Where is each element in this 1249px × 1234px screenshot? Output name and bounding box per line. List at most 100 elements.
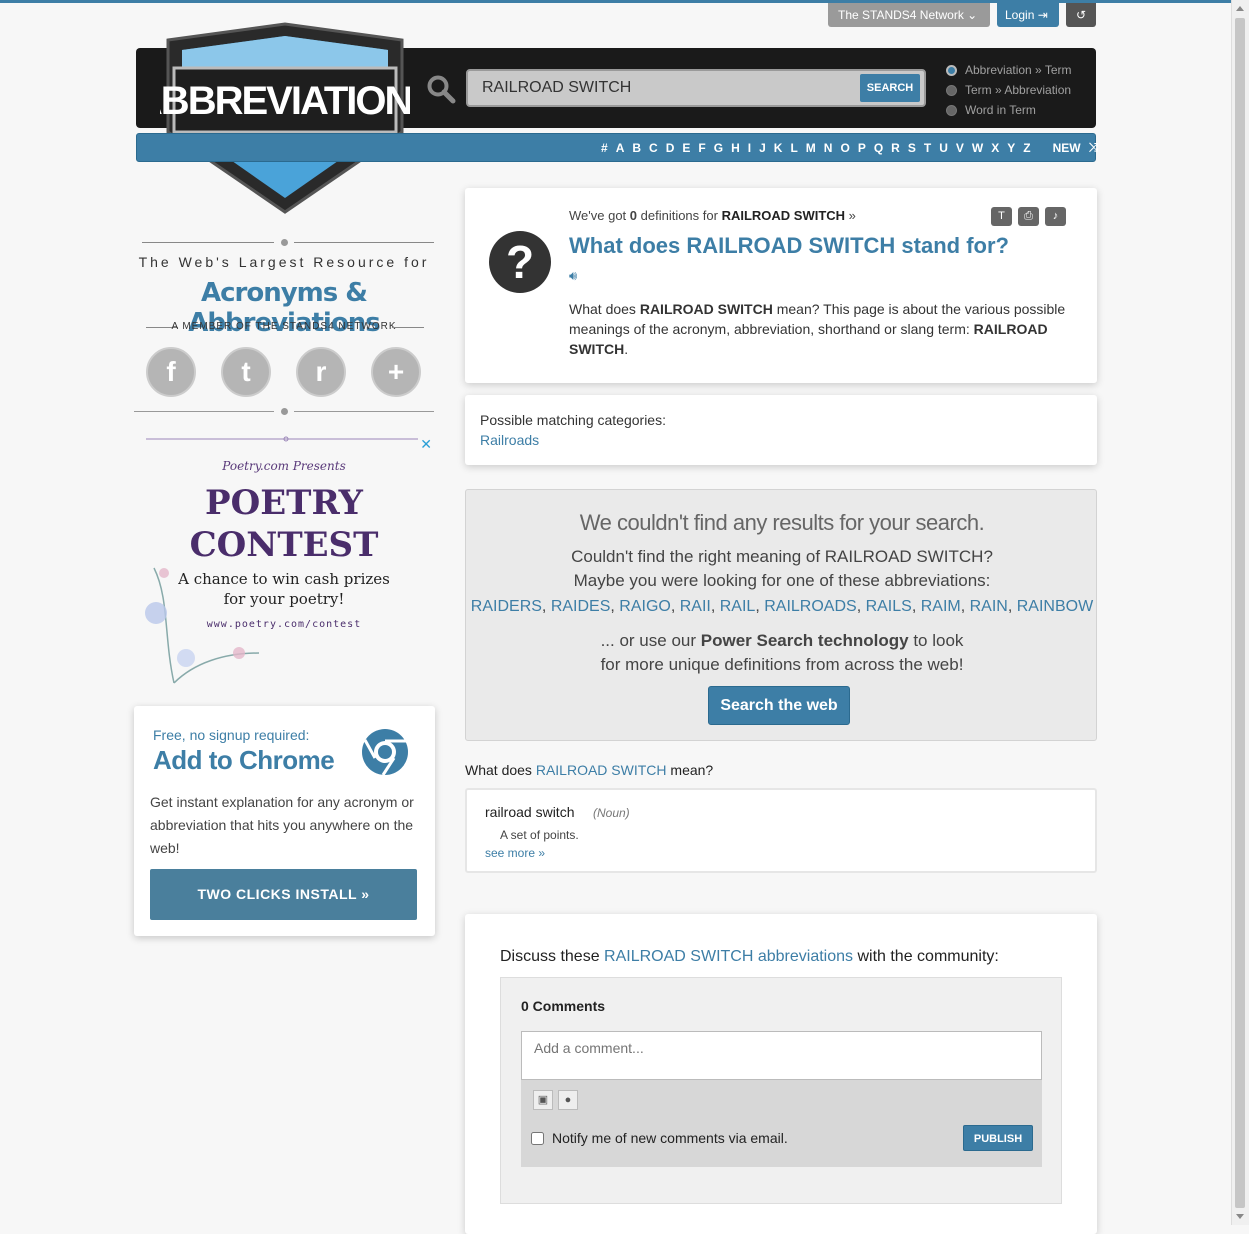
reddit-icon[interactable]: r <box>296 347 346 397</box>
alphabet-letter[interactable]: D <box>666 141 675 155</box>
comments-section: 0 Comments ▣ ● Notify me of new comments… <box>500 977 1062 1204</box>
discussion-heading: Discuss these RAILROAD SWITCH abbreviati… <box>500 948 999 966</box>
alphabet-letter[interactable]: H <box>731 141 740 155</box>
mode-word-in-term[interactable]: Word in Term <box>946 100 1072 120</box>
no-results-line1: Couldn't find the right meaning of RAILR… <box>571 547 993 566</box>
count-mid: definitions for <box>637 208 722 223</box>
alphabet-letter[interactable]: V <box>956 141 964 155</box>
suggestion-link[interactable]: RAILROADS <box>764 598 856 615</box>
print-icon[interactable]: ⎙ <box>1018 207 1039 226</box>
alphabet-letter[interactable]: L <box>790 141 797 155</box>
ad-title: POETRY CONTEST <box>134 482 434 566</box>
image-upload-icon[interactable]: ▣ <box>533 1090 553 1110</box>
separator: , <box>755 598 765 615</box>
alphabet-letter[interactable]: # <box>601 141 608 155</box>
see-more-link[interactable]: see more » <box>485 846 545 860</box>
search-button[interactable]: SEARCH <box>860 74 920 102</box>
abbreviations-logo[interactable]: ABBREVIATIONS <box>160 22 410 214</box>
ad-title-line1: POETRY <box>205 483 363 523</box>
alphabet-letter[interactable]: Z <box>1023 141 1030 155</box>
separator: , <box>670 598 680 615</box>
alphabet-letter[interactable]: K <box>774 141 783 155</box>
categories-label: Possible matching categories: <box>480 412 666 428</box>
alphabet-letter[interactable]: T <box>924 141 931 155</box>
discuss-link[interactable]: RAILROAD SWITCH abbreviations <box>604 948 853 965</box>
audio-icon[interactable]: ♪ <box>1045 207 1066 226</box>
new-link[interactable]: NEW <box>1053 141 1081 155</box>
alphabet-nav: # A B C D E F G H I J K L M N O P Q R S T U V W X Y Z NEW ⤨ <box>136 133 1099 162</box>
separator: , <box>911 598 921 615</box>
mode-term-abbreviation[interactable]: Term » Abbreviation <box>946 80 1072 100</box>
suggestion-link[interactable]: RAINBOW <box>1017 598 1093 615</box>
alphabet-letter[interactable]: U <box>939 141 948 155</box>
divider <box>294 411 434 412</box>
alphabet-letter[interactable]: A <box>616 141 625 155</box>
meaning-term-link[interactable]: RAILROAD SWITCH <box>536 762 667 778</box>
no-results-line2: Maybe you were looking for one of these … <box>573 571 991 590</box>
alphabet-letter[interactable]: C <box>649 141 658 155</box>
font-size-icon[interactable]: T <box>991 207 1012 226</box>
alphabet-letter[interactable]: Y <box>1007 141 1015 155</box>
publish-button[interactable]: PUBLISH <box>963 1125 1033 1151</box>
scroll-down-icon[interactable] <box>1236 1214 1244 1219</box>
search-input[interactable] <box>468 71 848 105</box>
share-more-icon[interactable]: + <box>371 347 421 397</box>
alphabet-letter[interactable]: X <box>991 141 999 155</box>
search-the-web-button[interactable]: Search the web <box>708 686 850 725</box>
facebook-icon[interactable]: f <box>146 347 196 397</box>
alphabet-letter[interactable]: M <box>806 141 816 155</box>
microphone-icon[interactable]: ● <box>558 1090 578 1110</box>
chrome-add-title[interactable]: Add to Chrome <box>153 745 335 776</box>
suggestion-link[interactable]: RAILS <box>866 598 912 615</box>
shuffle-icon[interactable]: ⤨ <box>1089 140 1099 155</box>
notify-checkbox-row[interactable]: Notify me of new comments via email. <box>531 1130 788 1146</box>
suggestion-links: RAIDERS, RAIDES, RAIGO, RAII, RAIL, RAIL… <box>466 598 1098 616</box>
scroll-up-icon[interactable] <box>1236 6 1244 11</box>
poetry-contest-ad[interactable]: ✕ Poetry.com Presents POETRY CONTEST A ch… <box>134 430 434 690</box>
suggestion-link[interactable]: RAIDERS <box>471 598 542 615</box>
alphabet-letter[interactable]: Q <box>874 141 883 155</box>
scrollbar[interactable] <box>1231 0 1249 1225</box>
alphabet-letter[interactable]: J <box>759 141 766 155</box>
mode-abbreviation-term[interactable]: Abbreviation » Term <box>946 60 1072 80</box>
intro-part: What does <box>569 301 640 317</box>
mode-label: Term » Abbreviation <box>965 83 1072 97</box>
speaker-icon[interactable]: 🔊︎ <box>569 268 577 284</box>
scrollbar-thumb[interactable] <box>1235 18 1245 1208</box>
suggestion-link[interactable]: RAIM <box>921 598 961 615</box>
comment-input[interactable] <box>521 1031 1042 1080</box>
stands4-network-dropdown[interactable]: The STANDS4 Network ⌄ <box>828 3 990 27</box>
suggestion-link[interactable]: RAIDES <box>551 598 611 615</box>
login-button[interactable]: Login ⇥ <box>997 3 1059 27</box>
suggestion-link[interactable]: RAIL <box>720 598 756 615</box>
suggestion-link[interactable]: RAII <box>680 598 711 615</box>
twitter-icon[interactable]: t <box>221 347 271 397</box>
alphabet-letter[interactable]: O <box>840 141 849 155</box>
add-to-chrome-card: Free, no signup required: Add to Chrome … <box>134 706 435 936</box>
alphabet-letter[interactable]: I <box>748 141 751 155</box>
separator: , <box>541 598 551 615</box>
alphabet-letter[interactable]: R <box>891 141 900 155</box>
alphabet-letter[interactable]: W <box>972 141 983 155</box>
page-intro: What does RAILROAD SWITCH mean? This pag… <box>569 299 1079 359</box>
comment-composer: ▣ ● Notify me of new comments via email.… <box>521 1031 1042 1167</box>
alphabet-letter[interactable]: N <box>824 141 833 155</box>
history-button[interactable]: ↺ <box>1066 3 1096 27</box>
alphabet-letter[interactable]: P <box>858 141 866 155</box>
alphabet-letter[interactable]: S <box>908 141 916 155</box>
notify-checkbox[interactable] <box>531 1131 544 1145</box>
stands4-network-label: The STANDS4 Network <box>838 8 964 22</box>
ad-close-icon[interactable]: ✕ <box>420 436 432 453</box>
suggestion-link[interactable]: RAIN <box>970 598 1008 615</box>
radio-selected-icon <box>946 64 957 76</box>
category-link[interactable]: Railroads <box>480 432 539 448</box>
separator: , <box>610 598 620 615</box>
alphabet-letter[interactable]: B <box>632 141 641 155</box>
alphabet-letter[interactable]: G <box>714 141 723 155</box>
power-post: to look <box>908 631 964 650</box>
two-clicks-install-button[interactable]: TWO CLICKS INSTALL » <box>150 869 417 920</box>
suggestion-link[interactable]: RAIGO <box>619 598 671 615</box>
alphabet-letter[interactable]: F <box>698 141 705 155</box>
alphabet-letter[interactable]: E <box>682 141 690 155</box>
page-title: What does RAILROAD SWITCH stand for? <box>569 233 1009 258</box>
